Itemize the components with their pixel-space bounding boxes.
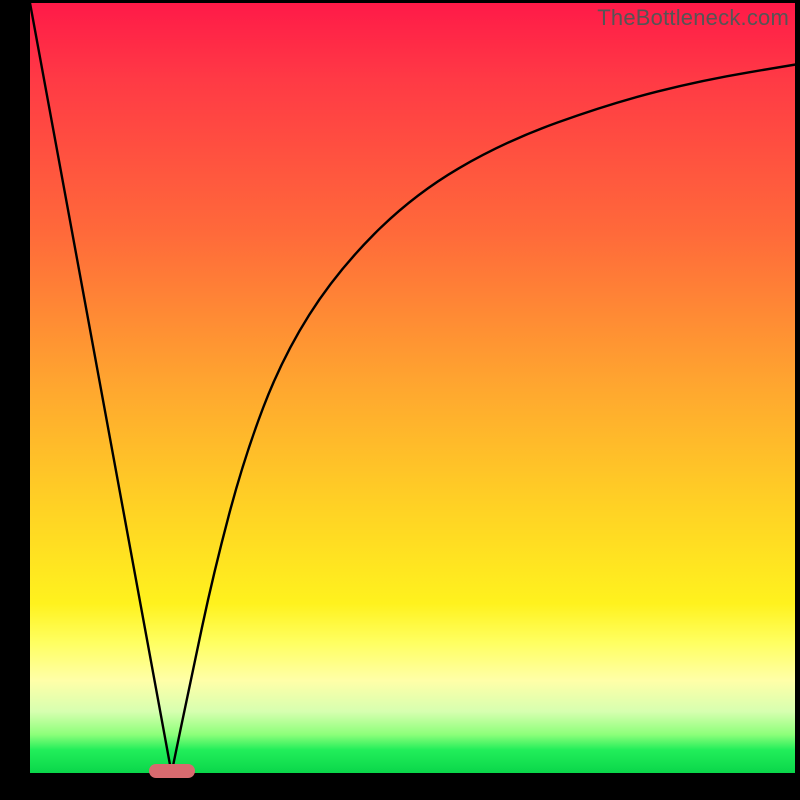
right-curve-line — [172, 65, 795, 773]
chart-lines — [30, 3, 795, 773]
plot-area: TheBottleneck.com — [30, 3, 795, 773]
chart-frame: TheBottleneck.com — [0, 0, 800, 800]
left-descent-line — [30, 3, 172, 773]
optimum-marker — [149, 764, 195, 778]
watermark-text: TheBottleneck.com — [597, 5, 789, 31]
